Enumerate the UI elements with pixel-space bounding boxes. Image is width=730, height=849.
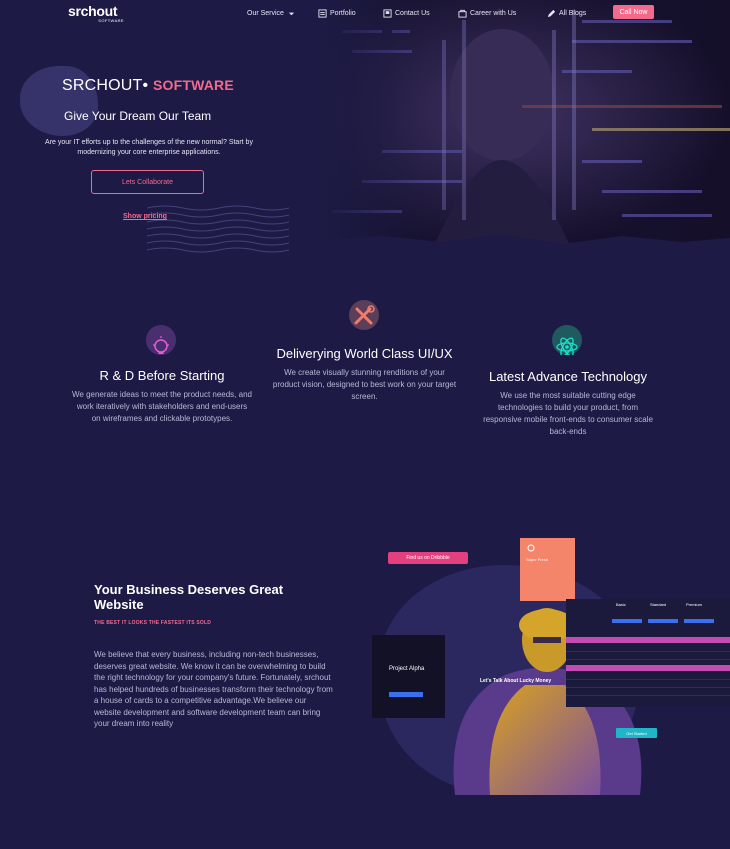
- nav-career[interactable]: Career with Us: [458, 8, 516, 18]
- feature-rnd-description: We generate ideas to meet the product ne…: [72, 390, 252, 423]
- career-icon: [458, 9, 467, 18]
- plan-basic: Basic: [616, 602, 626, 607]
- pricing-band-1: [566, 637, 730, 643]
- hero-title-accent: SOFTWARE: [152, 77, 234, 93]
- business-body: We believe that every business, includin…: [94, 650, 333, 728]
- pricing-row: [566, 679, 730, 680]
- portfolio-icon: [318, 8, 327, 18]
- plan-basic-button[interactable]: [612, 619, 642, 623]
- feature-uiux-description: We create visually stunning renditions o…: [272, 368, 457, 401]
- logo-text: srchout: [68, 3, 118, 19]
- pricing-row: [566, 687, 730, 688]
- nav-contact-us-label: Contact Us: [395, 9, 430, 17]
- business-tagline: THE BEST IT LOOKS THE FASTEST ITS SOLD: [94, 620, 212, 626]
- pen-icon: [547, 9, 556, 17]
- feature-2-icon-bg: [349, 300, 379, 330]
- plan-standard-button[interactable]: [648, 619, 678, 623]
- get-started-button[interactable]: Get Started: [616, 728, 657, 738]
- lightbulb-icon: [527, 544, 535, 552]
- feature-1-icon-bg: [146, 325, 176, 355]
- tools-icon: [354, 305, 375, 325]
- feature-tech-description: We use the most suitable cutting edge te…: [483, 391, 653, 436]
- orange-card: Super Fresh: [520, 538, 575, 601]
- nav-all-blogs-label: All Blogs: [559, 9, 587, 17]
- pricing-row: [566, 659, 730, 660]
- project-card-title: Project Alpha: [389, 666, 425, 672]
- nav-portfolio-label: Portfolio: [330, 9, 356, 17]
- wave-decoration: [147, 205, 289, 253]
- lightbulb-icon: [153, 336, 169, 354]
- business-title: Your Business Deserves Great Website: [94, 582, 284, 612]
- hero-image: [322, 0, 730, 250]
- feature-tech-title: Latest Advance Technology: [488, 369, 648, 384]
- atom-icon: [556, 337, 578, 357]
- logo[interactable]: srchout SOFTWARE: [68, 4, 130, 24]
- plan-premium: Premium: [686, 602, 703, 607]
- hero-description: Are your IT efforts up to the challenges…: [45, 139, 253, 156]
- contact-icon: [383, 8, 392, 18]
- plan-premium-button[interactable]: [684, 619, 714, 623]
- lets-collaborate-button[interactable]: Lets Collaborate: [91, 170, 204, 194]
- project-card-button[interactable]: [389, 692, 423, 697]
- nav-portfolio[interactable]: Portfolio: [318, 8, 356, 18]
- nav-contact-us[interactable]: Contact Us: [383, 8, 430, 18]
- feature-3-icon-bg: [552, 325, 582, 357]
- navbar: srchout SOFTWARE Our Service Portfolio C…: [0, 0, 730, 26]
- show-pricing-link[interactable]: Show pricing: [123, 213, 167, 220]
- hero-subtitle: Give Your Dream Our Team: [64, 109, 212, 123]
- project-card[interactable]: Project Alpha: [372, 635, 445, 718]
- feature-tech: Latest Advance Technology We use the mos…: [483, 369, 653, 438]
- plan-standard: Standard: [650, 602, 667, 607]
- nav-our-service-label: Our Service: [247, 9, 284, 17]
- pricing-table: Basic Standard Premium: [566, 599, 730, 707]
- feature-rnd-title: R & D Before Starting: [99, 368, 225, 383]
- feature-uiux: Deliverying World Class UI/UX We create …: [272, 346, 457, 403]
- pricing-row: [566, 651, 730, 652]
- pricing-band-2: [566, 665, 730, 671]
- nav-career-label: Career with Us: [470, 9, 517, 17]
- pricing-row: [566, 695, 730, 696]
- feature-uiux-title: Deliverying World Class UI/UX: [276, 346, 453, 361]
- hero-title-main: SRCHOUT•: [62, 77, 149, 94]
- hero-title: SRCHOUT• SOFTWARE: [62, 77, 234, 95]
- collage-headline: Let's Talk About Lucky Money: [480, 678, 552, 684]
- nav-our-service[interactable]: Our Service: [247, 8, 296, 18]
- nav-all-blogs[interactable]: All Blogs: [547, 8, 586, 18]
- orange-card-title: Super Fresh: [526, 557, 549, 562]
- feature-rnd: R & D Before Starting We generate ideas …: [72, 368, 252, 425]
- dribbble-pill[interactable]: Find us on Dribbble: [388, 552, 468, 564]
- call-now-button[interactable]: Call Now: [613, 5, 654, 19]
- chevron-down-icon: [288, 12, 295, 15]
- showcase-collage: Find us on Dribbble Super Fresh Project …: [360, 535, 730, 805]
